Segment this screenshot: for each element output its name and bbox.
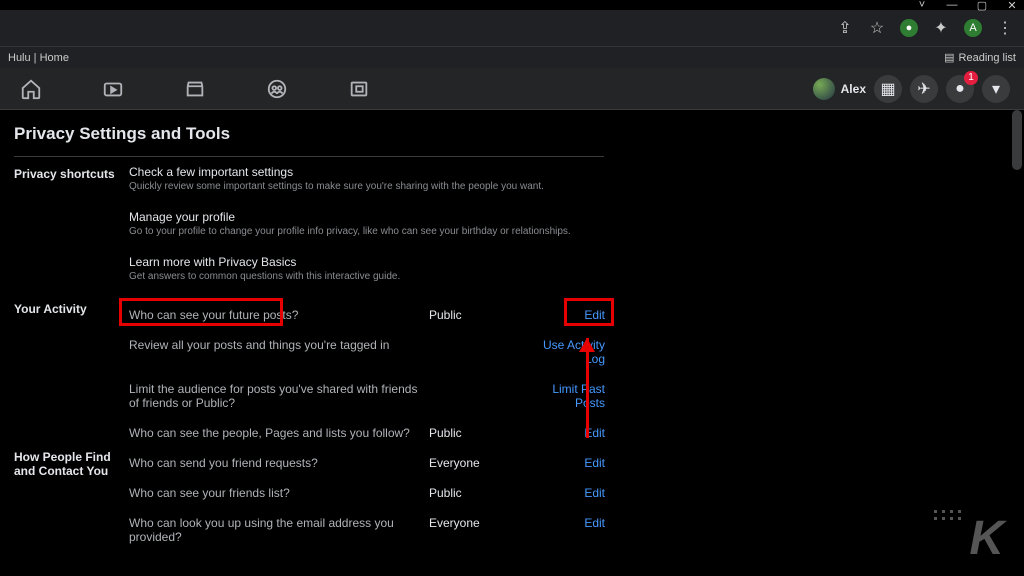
row-question: Limit the audience for posts you've shar… (129, 382, 429, 410)
row-friend-requests: Who can send you friend requests? Everyo… (129, 448, 609, 478)
row-value: Everyone (429, 456, 529, 470)
page-title: Privacy Settings and Tools (14, 124, 1010, 144)
reading-list[interactable]: ▤ Reading list (944, 51, 1016, 64)
grid-icon: ▦ (880, 79, 895, 99)
section-label: Your Activity (14, 300, 129, 448)
row-value: Public (429, 426, 529, 440)
section-label: How People Find and Contact You (14, 448, 129, 552)
edit-link[interactable]: Edit (529, 486, 609, 500)
window-close[interactable]: ✕ (1006, 0, 1018, 11)
caret-down-icon: ▾ (992, 79, 1000, 99)
bookmark-bar: Hulu | Home ▤ Reading list (0, 46, 1024, 68)
row-lookup-email: Who can look you up using the email addr… (129, 508, 609, 552)
edit-link[interactable]: Edit (529, 426, 609, 440)
home-icon[interactable] (20, 78, 42, 100)
window-dropdown[interactable]: ˅ (916, 0, 928, 11)
profile-chip[interactable]: Alex (813, 78, 866, 100)
notification-badge: 1 (964, 71, 978, 85)
row-future-posts: Who can see your future posts? Public Ed… (129, 300, 609, 330)
browser-toolbar: ⇪ ☆ ● ✦ A ⋮ (0, 10, 1024, 46)
row-question: Review all your posts and things you're … (129, 338, 429, 352)
profile-name: Alex (841, 82, 866, 96)
row-friends-list: Who can see your friends list? Public Ed… (129, 478, 609, 508)
edit-link[interactable]: Edit (529, 456, 609, 470)
section-privacy-shortcuts: Privacy shortcuts Check a few important … (14, 165, 1010, 300)
window-maximize[interactable]: ▢ (976, 0, 988, 11)
row-question: Who can see the people, Pages and lists … (129, 426, 429, 440)
activity-log-link[interactable]: Use Activity Log (529, 338, 609, 366)
guest-avatar[interactable]: ● (900, 19, 918, 37)
edit-link[interactable]: Edit (529, 308, 609, 322)
notifications-button[interactable]: ● 1 (946, 75, 974, 103)
bookmark-hulu[interactable]: Hulu | Home (8, 52, 69, 64)
groups-icon[interactable] (266, 78, 288, 100)
row-question: Who can look you up using the email addr… (129, 516, 429, 544)
content-area: Privacy Settings and Tools Privacy short… (0, 110, 1024, 576)
shortcut-desc: Quickly review some important settings t… (129, 181, 609, 192)
row-question: Who can see your friends list? (129, 486, 429, 500)
shortcut-title: Manage your profile (129, 210, 609, 224)
scrollbar[interactable] (1012, 110, 1022, 170)
limit-posts-link[interactable]: Limit Past Posts (529, 382, 609, 410)
row-value: Everyone (429, 516, 529, 530)
shortcut-desc: Go to your profile to change your profil… (129, 226, 609, 237)
reading-list-label: Reading list (959, 52, 1016, 64)
edit-link[interactable]: Edit (529, 516, 609, 530)
facebook-nav: Alex ▦ ✈ ● 1 ▾ (0, 68, 1024, 110)
messenger-button[interactable]: ✈ (910, 75, 938, 103)
profile-picture (813, 78, 835, 100)
apps-menu-button[interactable]: ▦ (874, 75, 902, 103)
shortcut-desc: Get answers to common questions with thi… (129, 271, 609, 282)
list-icon: ▤ (944, 51, 954, 64)
gaming-icon[interactable] (348, 78, 370, 100)
section-find-contact: How People Find and Contact You Who can … (14, 448, 1010, 552)
window-minimize[interactable]: — (946, 0, 958, 11)
browser-menu-icon[interactable]: ⋮ (996, 19, 1014, 37)
row-value: Public (429, 486, 529, 500)
shortcut-important-settings[interactable]: Check a few important settings Quickly r… (129, 165, 609, 192)
section-label: Privacy shortcuts (14, 165, 129, 300)
marketplace-icon[interactable] (184, 78, 206, 100)
account-menu-button[interactable]: ▾ (982, 75, 1010, 103)
section-your-activity: Your Activity Who can see your future po… (14, 300, 1010, 448)
bell-icon: ● (955, 80, 965, 98)
extensions-icon[interactable]: ✦ (932, 19, 950, 37)
row-review-posts: Review all your posts and things you're … (129, 330, 609, 374)
row-follow-lists: Who can see the people, Pages and lists … (129, 418, 609, 448)
shortcut-title: Learn more with Privacy Basics (129, 255, 609, 269)
row-question: Who can see your future posts? (129, 308, 429, 322)
shortcut-privacy-basics[interactable]: Learn more with Privacy Basics Get answe… (129, 255, 609, 282)
shortcut-title: Check a few important settings (129, 165, 609, 179)
profile-avatar[interactable]: A (964, 19, 982, 37)
row-value: Public (429, 308, 529, 322)
row-limit-audience: Limit the audience for posts you've shar… (129, 374, 609, 418)
window-titlebar: ˅ — ▢ ✕ (0, 0, 1024, 10)
star-icon[interactable]: ☆ (868, 19, 886, 37)
row-question: Who can send you friend requests? (129, 456, 429, 470)
watch-icon[interactable] (102, 78, 124, 100)
messenger-icon: ✈ (917, 79, 930, 99)
divider (14, 156, 604, 157)
share-icon[interactable]: ⇪ (836, 19, 854, 37)
shortcut-manage-profile[interactable]: Manage your profile Go to your profile t… (129, 210, 609, 237)
